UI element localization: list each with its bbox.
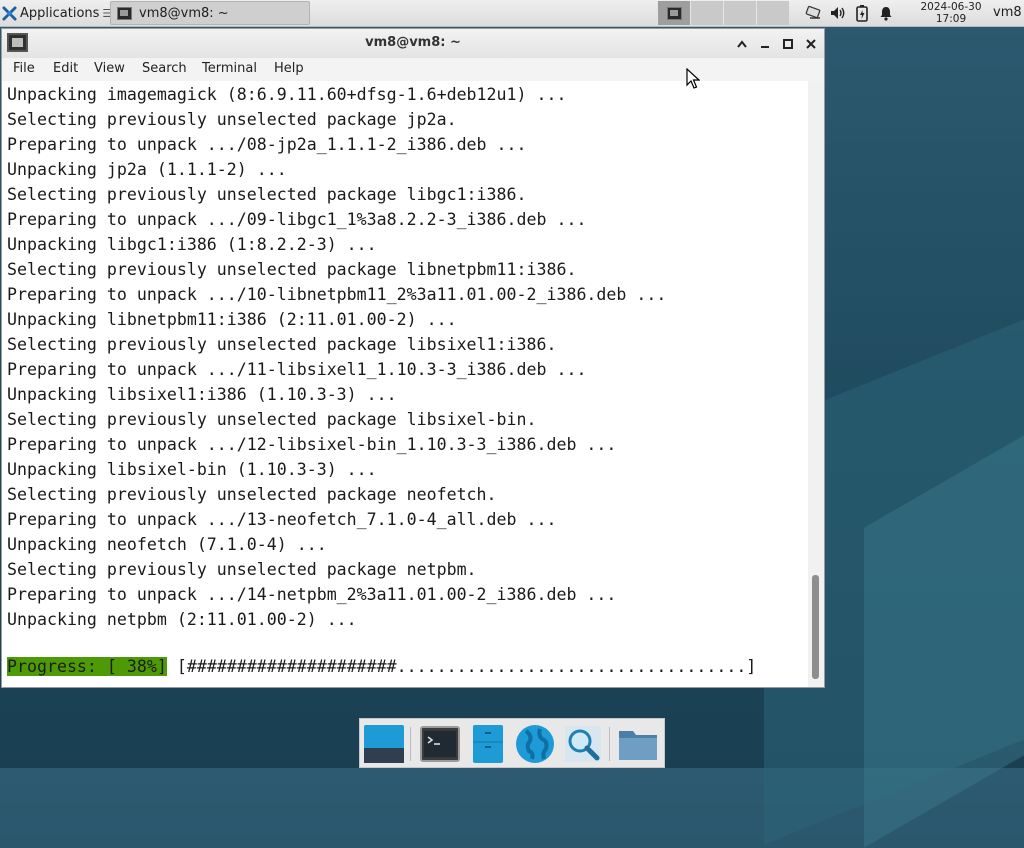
clock-date: 2024-06-30 (920, 1, 982, 13)
web-browser-icon (516, 725, 554, 763)
taskbar-window-button[interactable]: vm8@vm8: ~ (110, 1, 310, 25)
terminal-icon (666, 6, 682, 20)
battery-icon[interactable] (853, 4, 871, 22)
app-finder-icon (565, 726, 601, 762)
terminal-line: Preparing to unpack .../08-jp2a_1.1.1-2_… (7, 135, 527, 154)
system-tray (805, 1, 895, 25)
menu-edit[interactable]: Edit (53, 61, 78, 76)
show-desktop-button[interactable] (362, 723, 406, 765)
web-browser-launcher[interactable] (513, 723, 557, 765)
terminal-line: Selecting previously unselected package … (7, 110, 457, 129)
home-folder-launcher[interactable] (616, 723, 660, 765)
applications-label: Applications (20, 5, 100, 21)
menu-terminal[interactable]: Terminal (202, 61, 257, 76)
terminal-line: Unpacking libgc1:i386 (1:8.2.2-3) ... (7, 235, 377, 254)
workspace-switcher (657, 1, 789, 25)
terminal-line: Unpacking libnetpbm11:i386 (2:11.01.00-2… (7, 310, 457, 329)
dock-separator (609, 727, 610, 761)
volume-icon[interactable] (829, 4, 847, 22)
terminal-line: Preparing to unpack .../10-libnetpbm11_2… (7, 285, 667, 304)
app-finder-launcher[interactable] (561, 723, 605, 765)
menu-search[interactable]: Search (142, 61, 187, 76)
close-icon (806, 39, 816, 49)
menu-bar: File Edit View Search Terminal Help (2, 58, 824, 81)
home-folder-icon (619, 731, 657, 760)
terminal-line: Preparing to unpack .../09-libgc1_1%3a8.… (7, 210, 587, 229)
terminal-launcher[interactable] (418, 723, 462, 765)
terminal-line: Selecting previously unselected package … (7, 260, 577, 279)
terminal-line: Preparing to unpack .../12-libsixel-bin_… (7, 435, 617, 454)
terminal-line: Selecting previously unselected package … (7, 335, 557, 354)
user-menu[interactable]: vm8 (993, 5, 1022, 20)
file-manager-launcher[interactable] (466, 723, 510, 765)
terminal-line: Selecting previously unselected package … (7, 185, 527, 204)
window-title: vm8@vm8: ~ (365, 35, 461, 50)
workspace-4[interactable] (756, 1, 789, 25)
terminal-output[interactable]: Unpacking imagemagick (8:6.9.11.60+dfsg-… (2, 81, 808, 687)
top-panel: Applications ☰ vm8@vm8: ~ 2024-06-30 17:… (0, 0, 1024, 27)
maximize-button[interactable] (777, 33, 799, 55)
terminal-line: Preparing to unpack .../13-neofetch_7.1.… (7, 510, 557, 529)
terminal-line: Selecting previously unselected package … (7, 485, 497, 504)
minimize-button[interactable] (754, 33, 776, 55)
terminal-line: Selecting previously unselected package … (7, 410, 537, 429)
terminal-scrollbar[interactable] (808, 81, 824, 687)
bottom-dock (359, 718, 665, 768)
xfce-mouse-icon (2, 5, 17, 21)
window-titlebar[interactable]: vm8@vm8: ~ (2, 29, 824, 58)
terminal-window: vm8@vm8: ~ File Edit View Search Termina… (1, 28, 825, 688)
taskbar-window-title: vm8@vm8: ~ (139, 5, 229, 21)
workspace-1[interactable] (657, 1, 690, 25)
terminal-line: Unpacking neofetch (7.1.0-4) ... (7, 535, 327, 554)
terminal-icon (420, 726, 460, 762)
terminal-icon (117, 6, 132, 20)
mouse-pointer-icon (686, 68, 700, 89)
workspace-2[interactable] (690, 1, 723, 25)
terminal-line: Unpacking imagemagick (8:6.9.11.60+dfsg-… (7, 85, 567, 104)
clock-time: 17:09 (935, 13, 967, 25)
terminal-line: Preparing to unpack .../14-netpbm_2%3a11… (7, 585, 617, 604)
progress-line: Progress: [ 38%] [#####################.… (7, 655, 756, 679)
progress-bar-text: [#####################..................… (176, 657, 757, 676)
show-desktop-icon (364, 725, 404, 763)
file-manager-icon (473, 725, 503, 763)
close-button[interactable] (800, 33, 822, 55)
terminal-line: Unpacking jp2a (1.1.1-2) ... (7, 160, 287, 179)
terminal-line: Unpacking libsixel-bin (1.10.3-3) ... (7, 460, 377, 479)
shade-up-icon (737, 40, 747, 48)
minimize-icon (761, 46, 769, 48)
maximize-icon (783, 39, 793, 49)
network-icon[interactable] (805, 4, 823, 22)
terminal-line: Preparing to unpack .../11-libsixel1_1.1… (7, 360, 587, 379)
scrollbar-thumb[interactable] (812, 575, 819, 679)
panel-clock[interactable]: 2024-06-30 17:09 (914, 0, 988, 26)
menu-view[interactable]: View (94, 61, 125, 76)
menu-file[interactable]: File (13, 61, 35, 76)
notification-bell-icon[interactable] (877, 4, 895, 22)
terminal-line: Selecting previously unselected package … (7, 560, 477, 579)
dock-separator (410, 727, 411, 761)
applications-menu-button[interactable]: Applications ☰ (2, 2, 116, 24)
shade-up-button[interactable] (731, 33, 753, 55)
terminal-line: Unpacking libsixel1:i386 (1.10.3-3) ... (7, 385, 397, 404)
workspace-3[interactable] (723, 1, 756, 25)
progress-label: Progress: [ 38%] (7, 657, 167, 676)
terminal-line: Unpacking netpbm (2:11.01.00-2) ... (7, 610, 357, 629)
menu-help[interactable]: Help (274, 61, 304, 76)
